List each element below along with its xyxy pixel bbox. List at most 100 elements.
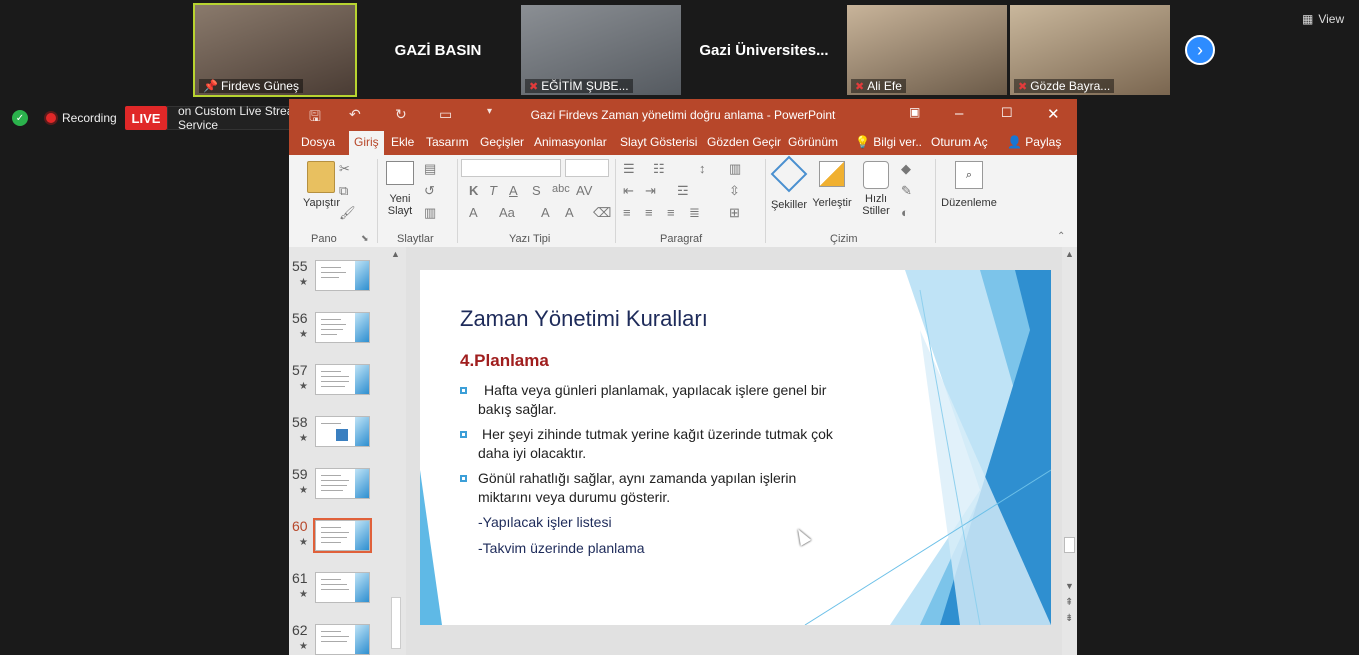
tab-gecisler[interactable]: Geçişler — [480, 135, 524, 149]
animation-star-icon: ★ — [299, 277, 308, 288]
participant-name: GAZİ BASIN — [394, 41, 482, 59]
bullets-icon[interactable]: ☰ — [623, 161, 635, 177]
shape-effects-icon[interactable]: ◐ — [901, 205, 909, 220]
layout-icon[interactable]: ▤ — [424, 161, 436, 177]
copy-icon[interactable]: ⧉ — [339, 183, 348, 199]
encryption-shield-icon[interactable]: ✓ — [12, 110, 28, 126]
grid-icon: ▦ — [1302, 12, 1314, 26]
tab-ekle[interactable]: Ekle — [391, 135, 414, 149]
text-direction-icon[interactable]: ☲ — [677, 183, 689, 199]
slide-thumbnail[interactable] — [315, 468, 370, 499]
align-center-icon[interactable]: ≡ — [645, 205, 653, 220]
current-slide[interactable]: Zaman Yönetimi Kuralları 4.Planlama Haft… — [420, 270, 1051, 625]
participant-tile-6[interactable]: ✖ Gözde Bayra... — [1010, 5, 1170, 95]
scroll-up-icon[interactable]: ▲ — [1065, 249, 1074, 259]
tab-giris[interactable]: Giriş — [349, 131, 384, 155]
tab-gorunum[interactable]: Görünüm — [788, 135, 838, 149]
participant-tile-2[interactable]: GAZİ BASIN — [358, 5, 518, 95]
change-case-icon[interactable]: Aa — [499, 205, 515, 220]
shadow-icon[interactable]: S — [532, 183, 541, 198]
editing-button[interactable]: ⌕ Düzenleme — [939, 161, 999, 209]
dialog-launcher-icon[interactable]: ⬊ — [361, 233, 369, 244]
slide-thumbnail[interactable] — [315, 572, 370, 603]
close-icon[interactable]: ✕ — [1047, 105, 1060, 123]
align-left-icon[interactable]: ≡ — [623, 205, 631, 220]
slide-thumbnail[interactable] — [315, 312, 370, 343]
animation-star-icon: ★ — [299, 433, 308, 444]
participant-tile-1[interactable]: 📌 Firdevs Güneş — [193, 3, 357, 97]
cut-icon[interactable]: ✂ — [339, 161, 350, 177]
tab-dosya[interactable]: Dosya — [301, 135, 335, 149]
tab-slayt-gosterisi[interactable]: Slayt Gösterisi — [620, 135, 697, 149]
justify-icon[interactable]: ≣ — [689, 205, 700, 221]
next-page-button[interactable]: › — [1185, 35, 1215, 65]
group-label-pano: Pano — [311, 233, 337, 245]
clear-formatting-icon[interactable]: ⌫ — [593, 205, 611, 221]
sign-in-link[interactable]: Oturum Aç — [931, 135, 988, 149]
maximize-icon[interactable]: ☐ — [1001, 105, 1013, 121]
scroll-up-icon[interactable]: ▲ — [391, 249, 400, 259]
shape-fill-icon[interactable]: ◆ — [901, 161, 911, 177]
smartart-icon[interactable]: ⊞ — [729, 205, 740, 221]
character-spacing-icon[interactable]: AV — [576, 183, 592, 198]
font-name-input[interactable] — [461, 159, 561, 177]
slide-thumbnail-current[interactable] — [313, 518, 372, 553]
bold-icon[interactable]: K — [469, 183, 478, 198]
decrease-indent-icon[interactable]: ⇤ — [623, 183, 634, 199]
participant-tile-4[interactable]: Gazi Üniversites... — [684, 5, 844, 95]
scrollbar-thumb[interactable] — [391, 597, 401, 649]
numbering-icon[interactable]: ☷ — [653, 161, 665, 177]
strikethrough-icon[interactable]: abc — [552, 183, 570, 195]
tab-animasyonlar[interactable]: Animasyonlar — [534, 135, 607, 149]
shape-outline-icon[interactable]: ✎ — [901, 183, 912, 199]
new-slide-button[interactable]: Yeni Slayt — [381, 161, 419, 217]
slide-thumbnail[interactable] — [315, 624, 370, 655]
paste-button[interactable]: Yapıştır — [303, 161, 340, 209]
slide-thumbnail[interactable] — [315, 260, 370, 291]
slide-thumbnail[interactable] — [315, 364, 370, 395]
view-button[interactable]: ▦ View — [1302, 12, 1344, 26]
group-label-yazi-tipi: Yazı Tipi — [509, 233, 551, 245]
columns-icon[interactable]: ▥ — [729, 161, 741, 177]
share-button[interactable]: 👤 Paylaş — [1007, 135, 1061, 149]
editor-scrollbar[interactable]: ▲ ▼ ⇞ ⇟ — [1062, 247, 1077, 655]
slide-editing-area: Zaman Yönetimi Kuralları 4.Planlama Haft… — [406, 247, 1065, 655]
slide-number: 61 — [292, 570, 308, 586]
increase-font-icon[interactable]: A — [541, 205, 550, 220]
group-label-cizim: Çizim — [830, 233, 858, 245]
tab-gozden-gecir[interactable]: Gözden Geçir — [707, 135, 781, 149]
increase-indent-icon[interactable]: ⇥ — [645, 183, 656, 199]
align-right-icon[interactable]: ≡ — [667, 205, 675, 220]
participant-tile-3[interactable]: ✖ EĞİTİM ŞUBE... — [521, 5, 681, 95]
format-painter-icon[interactable]: 🖌 — [339, 205, 356, 221]
recording-indicator[interactable]: Recording — [46, 111, 117, 125]
scroll-down-icon[interactable]: ▼ — [1065, 581, 1074, 591]
quick-styles-button[interactable]: Hızlı Stiller — [857, 161, 895, 217]
thumbnail-scrollbar[interactable]: ▲ — [389, 249, 403, 651]
font-size-input[interactable] — [565, 159, 609, 177]
ribbon-options-icon[interactable]: ▣ — [909, 105, 920, 119]
participant-tile-5[interactable]: ✖ Ali Efe — [847, 5, 1007, 95]
shapes-icon — [770, 155, 808, 193]
section-icon[interactable]: ▥ — [424, 205, 436, 221]
arrange-button[interactable]: Yerleştir — [810, 161, 854, 209]
previous-slide-icon[interactable]: ⇞ — [1065, 597, 1073, 608]
shapes-button[interactable]: Şekiller — [769, 155, 809, 211]
tell-me-search[interactable]: 💡 Bilgi ver.. — [855, 135, 922, 149]
ribbon: Yapıştır ✂ ⧉ 🖌 Pano ⬊ Yeni Slayt ▤ ↺ ▥ S… — [289, 155, 1077, 248]
line-spacing-icon[interactable]: ↕ — [699, 161, 706, 176]
align-text-icon[interactable]: ⇳ — [729, 183, 740, 199]
collapse-ribbon-icon[interactable]: ⌃ — [1057, 231, 1065, 242]
tab-tasarim[interactable]: Tasarım — [426, 135, 469, 149]
reset-icon[interactable]: ↺ — [424, 183, 435, 199]
slide-thumbnail[interactable] — [315, 416, 370, 447]
decrease-font-icon[interactable]: A — [565, 205, 574, 220]
scrollbar-thumb[interactable] — [1064, 537, 1075, 553]
next-slide-icon[interactable]: ⇟ — [1065, 613, 1073, 624]
underline-icon[interactable]: A — [509, 183, 518, 198]
ribbon-tabs: Dosya Giriş Ekle Tasarım Geçişler Animas… — [289, 131, 1077, 155]
font-color-icon[interactable]: A — [469, 205, 478, 220]
minimize-icon[interactable]: – — [955, 105, 963, 122]
window-titlebar: 🖫 ↶ ↻ ▭ ▾ Gazi Firdevs Zaman yönetimi do… — [289, 99, 1077, 131]
italic-icon[interactable]: T — [489, 183, 497, 198]
